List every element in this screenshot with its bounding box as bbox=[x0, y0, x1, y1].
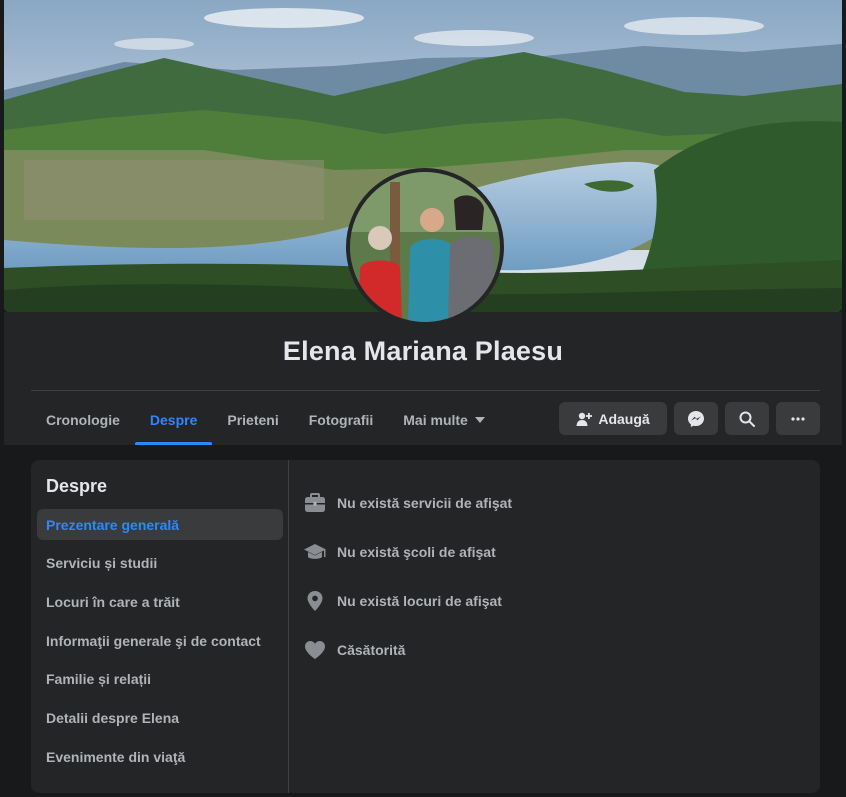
nav-item-label: Detalii despre Elena bbox=[46, 709, 180, 726]
more-dots-icon bbox=[791, 416, 805, 421]
about-nav-family[interactable]: Familie și relații bbox=[37, 664, 283, 695]
tab-label: Fotografii bbox=[308, 412, 374, 428]
tab-mai-multe[interactable]: Mai multe bbox=[388, 395, 500, 445]
nav-item-label: Serviciu și studii bbox=[46, 555, 158, 572]
add-friend-label: Adaugă bbox=[598, 410, 650, 427]
profile-name: Elena Mariana Plaesu bbox=[282, 336, 564, 366]
info-row-work: Nu există servicii de afişat bbox=[303, 488, 512, 518]
about-nav-work-education[interactable]: Serviciu și studii bbox=[37, 548, 283, 579]
info-places-text: Nu există locuri de afişat bbox=[337, 593, 502, 609]
about-title: Despre bbox=[46, 476, 108, 496]
graduation-cap-icon bbox=[303, 540, 327, 564]
tab-cronologie[interactable]: Cronologie bbox=[31, 395, 135, 445]
search-icon bbox=[739, 411, 755, 427]
about-nav-places-lived[interactable]: Locuri în care a trăit bbox=[37, 586, 283, 617]
nav-item-label: Prezentare generală bbox=[46, 516, 180, 533]
header-divider bbox=[31, 390, 820, 391]
nav-item-label: Informaţii generale şi de contact bbox=[46, 632, 261, 649]
tab-prieteni[interactable]: Prieteni bbox=[212, 395, 293, 445]
location-pin-icon bbox=[303, 589, 327, 613]
info-education-text: Nu există şcoli de afişat bbox=[337, 544, 496, 560]
about-sidebar: Despre Prezentare generală Serviciu și s… bbox=[31, 460, 289, 793]
info-row-places: Nu există locuri de afişat bbox=[303, 586, 512, 616]
tab-label: Prieteni bbox=[227, 412, 279, 428]
about-nav-details[interactable]: Detalii despre Elena bbox=[37, 702, 283, 733]
tab-despre[interactable]: Despre bbox=[134, 395, 213, 445]
heart-icon bbox=[303, 638, 327, 662]
about-content: Nu există servicii de afişat Nu există ş… bbox=[303, 488, 512, 684]
profile-avatar[interactable] bbox=[346, 168, 504, 326]
more-options-button[interactable] bbox=[776, 402, 820, 435]
caret-down-icon bbox=[474, 417, 485, 423]
nav-item-label: Locuri în care a trăit bbox=[46, 593, 180, 610]
messenger-icon bbox=[688, 410, 704, 427]
profile-actions: Adaugă bbox=[559, 402, 820, 435]
tab-label: Cronologie bbox=[46, 412, 120, 428]
avatar-photo-image bbox=[350, 172, 500, 322]
profile-page: Elena Mariana Plaesu Cronologie Despre P… bbox=[0, 0, 846, 797]
add-friend-icon bbox=[576, 412, 593, 426]
about-nav: Prezentare generală Serviciu și studii L… bbox=[37, 509, 283, 780]
about-nav-overview[interactable]: Prezentare generală bbox=[37, 509, 283, 540]
tab-label: Mai multe bbox=[403, 412, 468, 428]
info-row-relationship: Căsătorită bbox=[303, 635, 512, 665]
tab-label: Despre bbox=[149, 412, 198, 428]
tab-fotografii[interactable]: Fotografii bbox=[294, 395, 389, 445]
info-work-text: Nu există servicii de afişat bbox=[337, 495, 513, 511]
briefcase-icon bbox=[303, 491, 327, 515]
about-nav-life-events[interactable]: Evenimente din viaţă bbox=[37, 741, 283, 772]
add-friend-button[interactable]: Adaugă bbox=[559, 402, 667, 435]
info-row-education: Nu există şcoli de afişat bbox=[303, 537, 512, 567]
nav-item-label: Familie și relații bbox=[46, 671, 152, 688]
search-button[interactable] bbox=[725, 402, 769, 435]
nav-item-label: Evenimente din viaţă bbox=[46, 748, 186, 765]
profile-tabs: Cronologie Despre Prieteni Fotografii Ma… bbox=[31, 395, 500, 445]
info-relationship-text: Căsătorită bbox=[337, 642, 406, 658]
about-card: Despre Prezentare generală Serviciu și s… bbox=[31, 460, 820, 793]
about-nav-contact-info[interactable]: Informaţii generale şi de contact bbox=[37, 625, 283, 656]
messenger-button[interactable] bbox=[674, 402, 718, 435]
